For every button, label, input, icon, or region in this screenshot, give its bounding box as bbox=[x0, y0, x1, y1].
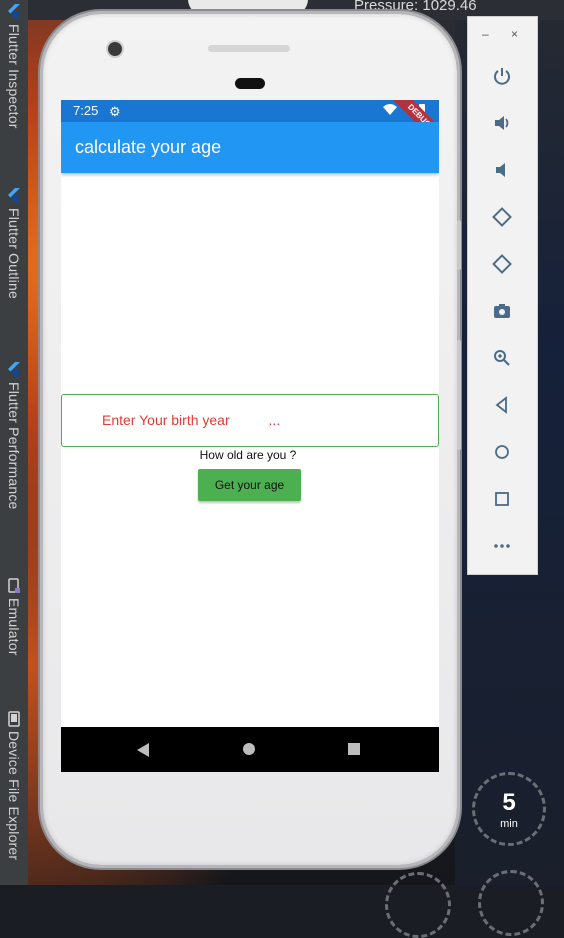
home-nav-icon[interactable] bbox=[243, 743, 255, 755]
birth-year-hint: Enter Your birth year ... bbox=[102, 412, 281, 428]
flutter-icon bbox=[8, 188, 20, 203]
emulator-icon bbox=[8, 578, 20, 593]
tool-window-label: Flutter Outline bbox=[6, 208, 22, 299]
zoom-icon[interactable] bbox=[490, 346, 514, 370]
gear-icon: ⚙ bbox=[109, 104, 121, 119]
home-icon[interactable] bbox=[490, 440, 514, 464]
app-bar: calculate your age bbox=[61, 122, 439, 173]
flutter-icon bbox=[8, 4, 20, 19]
camera-icon[interactable] bbox=[490, 299, 514, 323]
phone-screen: 7:25 ⚙ DEBUG calculate your age Enter Yo… bbox=[61, 100, 439, 772]
tool-window-label: Emulator bbox=[6, 598, 22, 656]
tool-window-strip: Flutter Inspector Flutter Outline Flutte… bbox=[0, 0, 28, 885]
phone-side-button bbox=[457, 220, 461, 270]
timer-unit: min bbox=[500, 818, 518, 830]
tool-window-flutter-performance[interactable]: Flutter Performance bbox=[0, 362, 28, 510]
tool-window-device-file-explorer[interactable]: Device File Explorer bbox=[0, 711, 28, 860]
rotate-right-icon[interactable] bbox=[490, 252, 514, 276]
phone-speaker-grille bbox=[208, 45, 290, 52]
android-nav-bar bbox=[61, 727, 439, 772]
wifi-icon bbox=[383, 104, 397, 115]
volume-down-icon[interactable] bbox=[490, 158, 514, 182]
birth-year-input[interactable]: Enter Your birth year ... bbox=[61, 394, 439, 447]
tool-window-flutter-outline[interactable]: Flutter Outline bbox=[0, 188, 28, 299]
page-title: calculate your age bbox=[75, 137, 222, 157]
more-icon[interactable] bbox=[490, 534, 514, 558]
rotate-left-icon[interactable] bbox=[490, 205, 514, 229]
phone-volume-button bbox=[457, 340, 461, 450]
get-age-button[interactable]: Get your age bbox=[198, 469, 301, 501]
tool-window-label: Device File Explorer bbox=[6, 731, 22, 861]
tool-window-flutter-inspector[interactable]: Flutter Inspector bbox=[0, 4, 28, 129]
timer-widget: 5 min bbox=[472, 772, 546, 846]
close-button[interactable]: × bbox=[511, 27, 518, 41]
tool-window-label: Flutter Inspector bbox=[6, 24, 22, 129]
timer-value: 5 bbox=[502, 789, 516, 816]
age-question-label: How old are you ? bbox=[199, 448, 297, 462]
timer-widget-partial bbox=[478, 870, 544, 936]
recents-nav-icon[interactable] bbox=[348, 743, 360, 755]
device-icon bbox=[8, 711, 20, 727]
status-bar: 7:25 ⚙ DEBUG bbox=[61, 100, 439, 151]
status-time: 7:25 bbox=[73, 103, 99, 118]
tool-window-emulator[interactable]: Emulator bbox=[0, 578, 28, 656]
power-icon[interactable] bbox=[490, 64, 514, 88]
volume-up-icon[interactable] bbox=[490, 111, 514, 135]
minimize-button[interactable]: – bbox=[482, 27, 489, 41]
back-nav-icon[interactable] bbox=[137, 743, 149, 757]
flutter-icon bbox=[8, 362, 20, 377]
timer-widget-partial bbox=[385, 872, 451, 938]
tool-window-label: Flutter Performance bbox=[6, 382, 22, 510]
camera-icon bbox=[108, 42, 122, 56]
back-icon[interactable] bbox=[490, 393, 514, 417]
overview-icon[interactable] bbox=[490, 487, 514, 511]
phone-earpiece bbox=[235, 78, 265, 89]
pressure-readout: Pressure: 1029.46 bbox=[354, 0, 477, 14]
emulator-controls-panel: – × bbox=[467, 16, 538, 575]
